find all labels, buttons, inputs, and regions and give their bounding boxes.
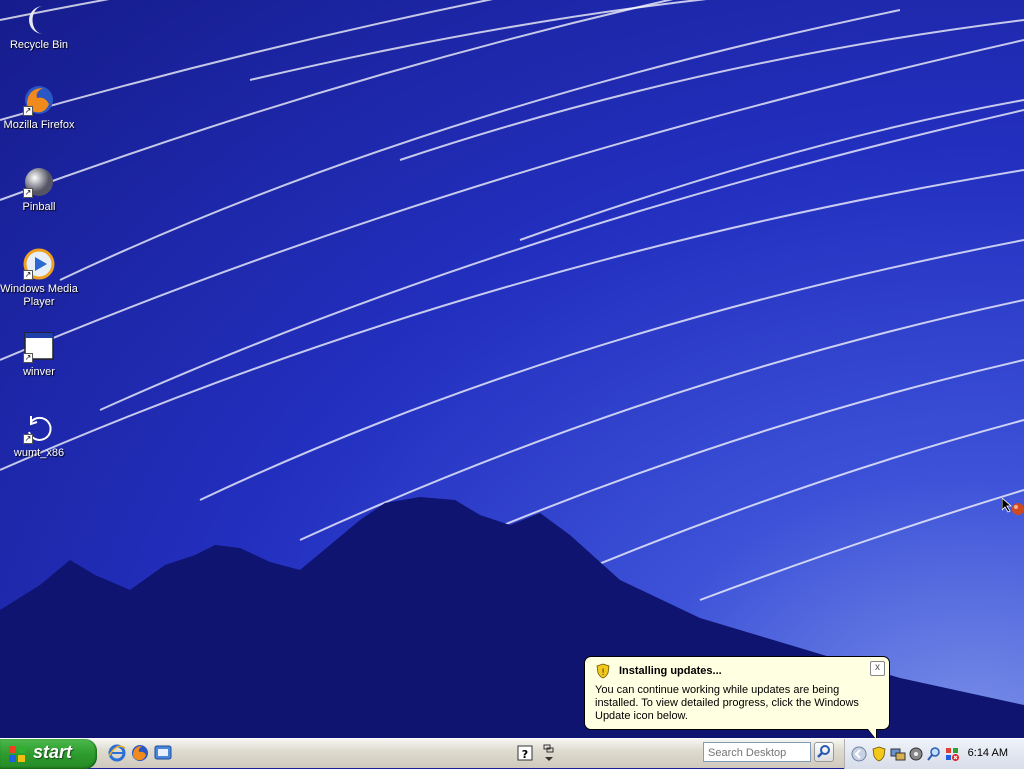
desktop-icon-label: Recycle Bin: [9, 39, 69, 51]
desktop-icon-pinball[interactable]: ↗ Pinball: [0, 166, 78, 214]
pinball-icon: ↗: [23, 166, 55, 198]
firefox-icon[interactable]: [131, 744, 149, 762]
desktop-icon-winver[interactable]: ↗ winver: [0, 331, 78, 379]
shortcut-arrow-icon: ↗: [23, 434, 33, 444]
desktop-icon-label: wumt_x86: [13, 447, 65, 459]
magnifier-icon: [817, 745, 830, 758]
balloon-tail-fill: [868, 729, 876, 738]
desktop-icon-label: Windows Media Player: [0, 283, 78, 308]
desktop-icon-label: winver: [23, 366, 55, 378]
desktop-icon-label: Pinball: [22, 201, 56, 213]
search-button[interactable]: [814, 742, 834, 762]
taskbar: start ? Search Desktop 6:14 AM: [0, 738, 1024, 769]
balloon-close-button[interactable]: x: [870, 661, 885, 676]
svg-text:?: ?: [522, 748, 528, 761]
firefox-icon: ↗: [23, 84, 55, 116]
notification-balloon[interactable]: ! Installing updates... x You can contin…: [584, 656, 890, 738]
svg-text:!: !: [601, 668, 605, 678]
collapse-arrow-icon[interactable]: [851, 746, 867, 762]
volume-icon[interactable]: [908, 746, 924, 762]
security-icon[interactable]: [944, 746, 960, 762]
search-desktop-field[interactable]: [703, 742, 811, 762]
desktop: Recycle Bin ↗ Mozilla Firefox ↗ Pinball …: [0, 0, 1024, 738]
show-desktop-icon[interactable]: [154, 744, 172, 762]
window-app-icon: ↗: [23, 331, 55, 363]
windows-update-shield-icon: !: [595, 663, 611, 679]
shortcut-arrow-icon: ↗: [23, 353, 33, 363]
search-tray-icon[interactable]: [926, 746, 942, 762]
balloon-title: Installing updates...: [619, 665, 722, 677]
shortcut-arrow-icon: ↗: [23, 270, 33, 280]
media-player-icon: ↗: [23, 248, 55, 280]
shortcut-arrow-icon: ↗: [23, 106, 33, 116]
network-icon[interactable]: [890, 746, 906, 762]
windows-logo-icon: [8, 745, 26, 763]
busy-cursor-icon: [1001, 497, 1024, 515]
desktop-icon-firefox[interactable]: ↗ Mozilla Firefox: [0, 84, 78, 132]
desktop-icon-label: Mozilla Firefox: [3, 119, 75, 131]
start-button[interactable]: start: [0, 739, 97, 769]
desktop-icon-media-player[interactable]: ↗ Windows Media Player: [0, 248, 78, 309]
windows-update-shield-icon[interactable]: [871, 746, 887, 762]
start-label: start: [33, 742, 73, 762]
internet-explorer-icon[interactable]: [108, 744, 126, 762]
taskbar-options-icon[interactable]: [540, 744, 558, 762]
desktop-icon-wumt[interactable]: ↗ wumt_x86: [0, 412, 78, 460]
balloon-message: You can continue working while updates a…: [595, 684, 859, 722]
system-tray: 6:14 AM: [844, 739, 1024, 769]
help-icon[interactable]: ?: [516, 744, 534, 762]
wallpaper-star-trails: [0, 0, 1024, 738]
desktop-icon-recycle-bin[interactable]: Recycle Bin: [0, 4, 78, 52]
recycle-bin-icon: [23, 4, 55, 36]
clock[interactable]: 6:14 AM: [968, 747, 1008, 759]
shortcut-arrow-icon: ↗: [23, 188, 33, 198]
search-desktop-input[interactable]: [704, 744, 810, 762]
update-tool-icon: ↗: [23, 412, 55, 444]
